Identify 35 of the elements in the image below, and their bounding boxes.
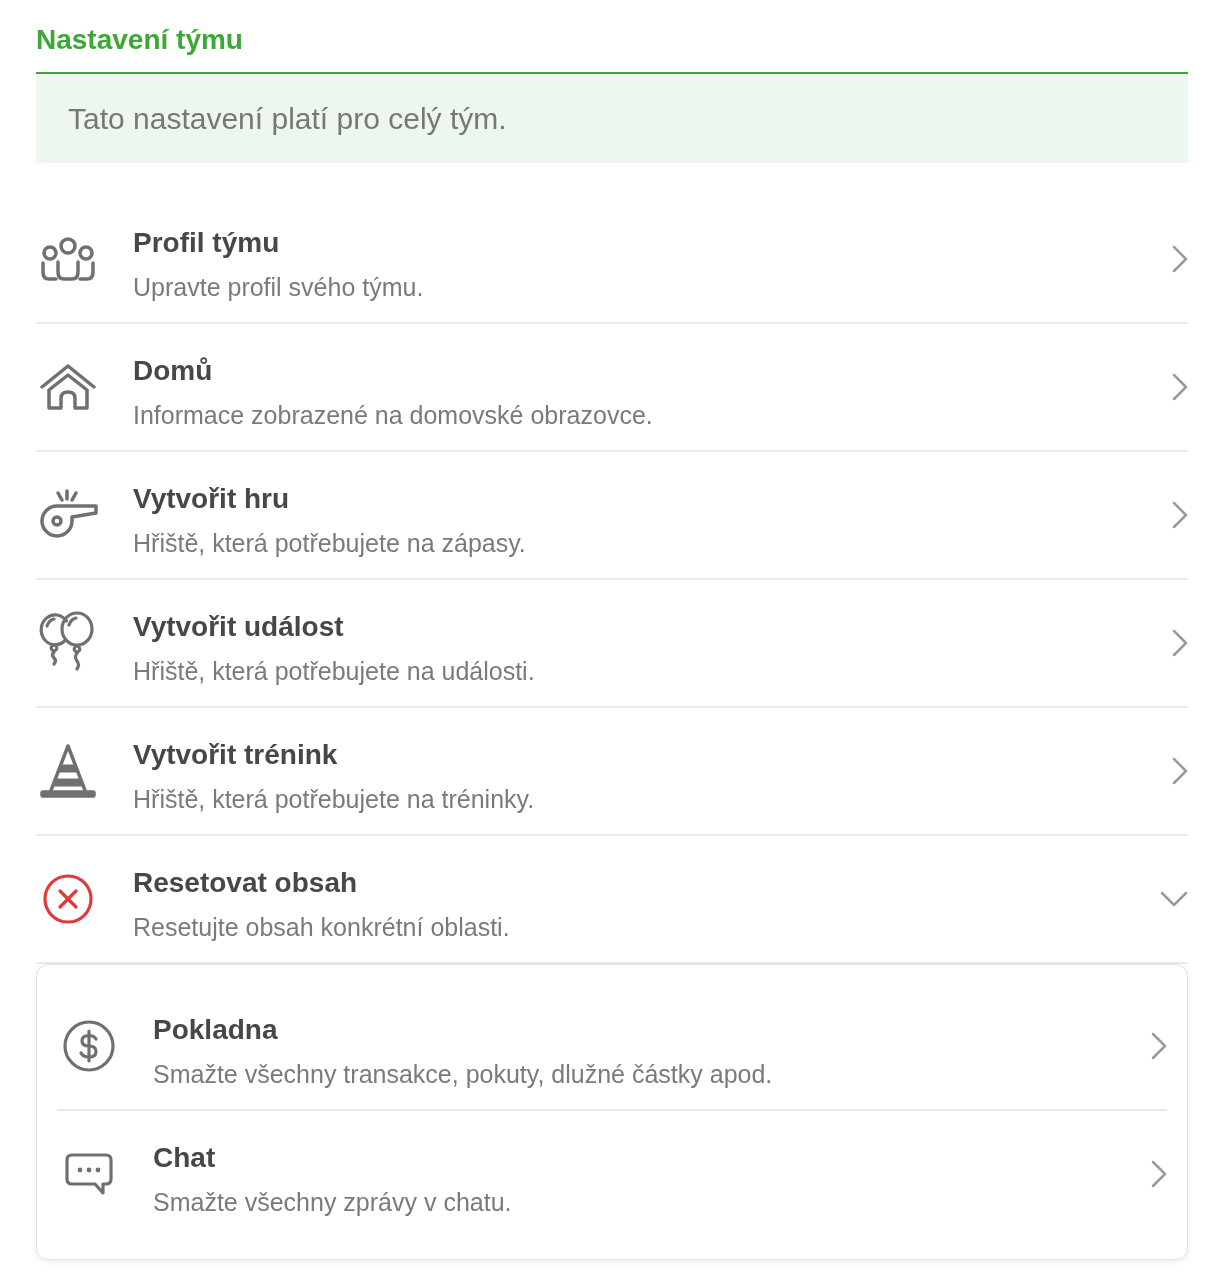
settings-row[interactable]: Resetovat obsah Resetujte obsah konkrétní oblasti. [36,836,1188,964]
people-group-icon [40,236,96,282]
row-description: Hřiště, která potřebujete na tréninky. [133,784,535,815]
submenu-row[interactable]: Pokladna Smažte všechny transakce, pokuty, dlužné částky apod. [57,983,1167,1111]
chevron-right-icon [1151,1032,1167,1060]
row-description: Hřiště, která potřebujete na zápasy. [133,528,526,559]
dollar-circle-icon [63,1020,115,1072]
settings-row[interactable]: Profil týmu Upravte profil svého týmu. [36,196,1188,324]
submenu-row[interactable]: Chat Smažte všechny zprávy v chatu. [57,1111,1167,1239]
row-title: Profil týmu [133,226,280,260]
row-description: Smažte všechny zprávy v chatu. [153,1187,512,1218]
row-title: Pokladna [153,1013,278,1047]
settings-row[interactable]: Vytvořit trénink Hřiště, která potřebujete na tréninky. [36,708,1188,836]
row-description: Hřiště, která potřebujete na události. [133,656,535,687]
row-title: Chat [153,1141,216,1175]
row-title: Vytvořit trénink [133,738,338,772]
whistle-icon [38,489,98,541]
row-title: Vytvořit událost [133,610,344,644]
settings-row[interactable]: Vytvořit událost Hřiště, která potřebujete na události. [36,580,1188,708]
chat-bubble-icon [65,1153,113,1195]
row-title: Resetovat obsah [133,866,358,900]
row-title: Domů [133,354,213,388]
house-icon [40,363,96,411]
info-banner: Tato nastavení platí pro celý tým. [36,74,1188,163]
close-circle-icon [43,874,93,924]
settings-row[interactable]: Domů Informace zobrazené na domovské obrazovce. [36,324,1188,452]
chevron-right-icon [1151,1160,1167,1188]
row-description: Resetujte obsah konkrétní oblasti. [133,912,510,943]
page-title: Nastavení týmu [36,23,243,57]
row-description: Upravte profil svého týmu. [133,272,424,303]
row-title: Vytvořit hru [133,482,290,516]
traffic-cone-icon [40,743,96,799]
row-description: Smažte všechny transakce, pokuty, dlužné částky apod. [153,1059,773,1090]
row-description: Informace zobrazené na domovské obrazovce. [133,400,653,431]
settings-row[interactable]: Vytvořit hru Hřiště, která potřebujete na zápasy. [36,452,1188,580]
